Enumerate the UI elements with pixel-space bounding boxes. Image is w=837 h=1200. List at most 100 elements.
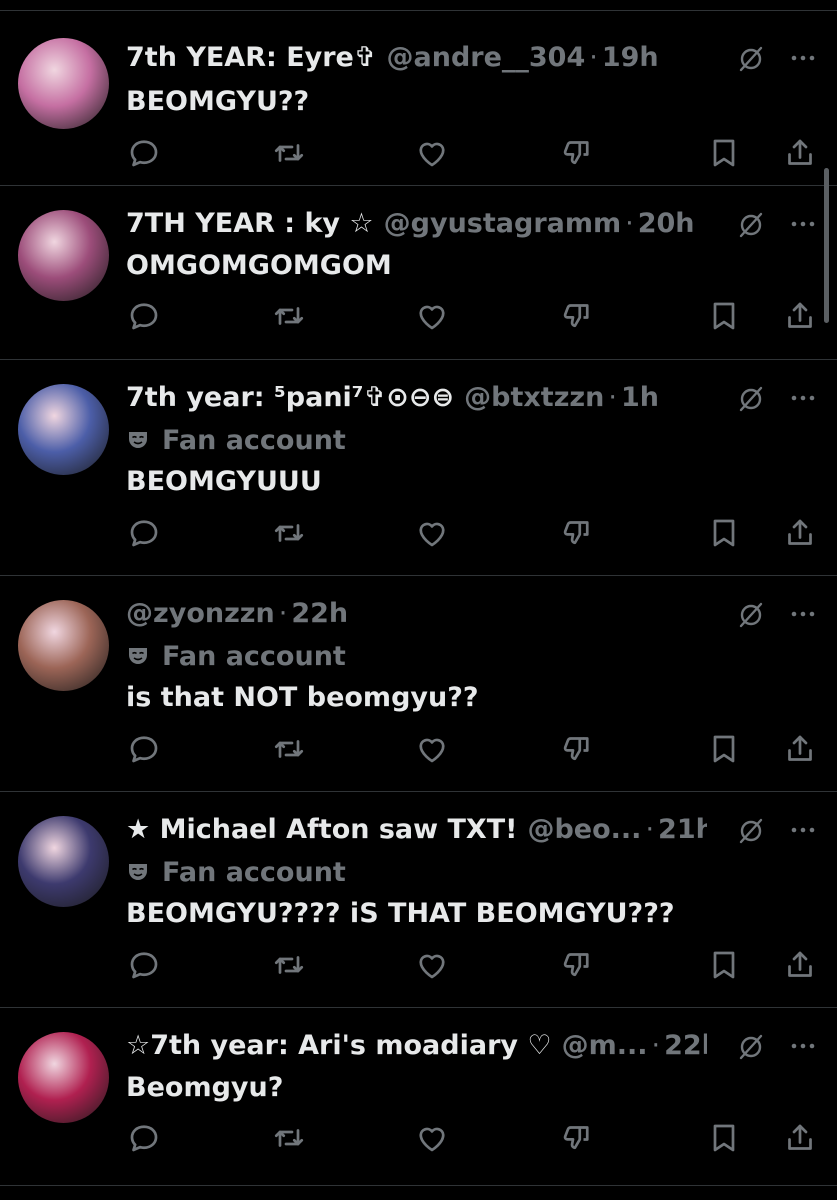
separator-dot: · xyxy=(625,208,634,239)
bookmark-icon[interactable] xyxy=(706,947,742,983)
reply-icon[interactable] xyxy=(126,1120,162,1156)
repost-icon[interactable] xyxy=(271,298,307,334)
fan-account-label: Fan account xyxy=(126,636,346,676)
more-icon[interactable] xyxy=(787,604,819,624)
grok-icon[interactable] xyxy=(735,599,767,631)
like-icon[interactable] xyxy=(414,731,450,767)
action-bar xyxy=(0,947,837,987)
bookmark-icon[interactable] xyxy=(706,298,742,334)
dislike-icon[interactable] xyxy=(558,135,594,171)
tweet[interactable]: 7th YEAR: Eyre✞ @andre__304 · 19h BEOMGYU?? xyxy=(0,10,837,186)
display-name[interactable]: ★ Michael Afton saw TXT! xyxy=(126,810,517,850)
timestamp[interactable]: 19h xyxy=(602,38,659,78)
tweet[interactable]: ★ Michael Afton saw TXT! @beo... · 21h Fan a… xyxy=(0,792,837,1008)
more-icon[interactable] xyxy=(787,214,819,234)
avatar[interactable] xyxy=(18,816,109,907)
more-icon[interactable] xyxy=(787,1036,819,1056)
display-name[interactable]: 7th year: ⁵pani⁷✞⊙⊖⊜ xyxy=(126,378,454,418)
dislike-icon[interactable] xyxy=(558,1120,594,1156)
dislike-icon[interactable] xyxy=(558,515,594,551)
reply-icon[interactable] xyxy=(126,298,162,334)
reply-icon[interactable] xyxy=(126,947,162,983)
repost-icon[interactable] xyxy=(271,515,307,551)
dislike-icon[interactable] xyxy=(558,731,594,767)
grok-icon[interactable] xyxy=(735,1031,767,1063)
fan-account-text: Fan account xyxy=(162,856,346,888)
reply-icon[interactable] xyxy=(126,515,162,551)
avatar[interactable] xyxy=(18,210,109,301)
avatar[interactable] xyxy=(18,384,109,475)
user-handle[interactable]: @zyonzzn xyxy=(126,594,275,634)
bookmark-icon[interactable] xyxy=(706,731,742,767)
action-bar xyxy=(0,731,837,771)
tweet[interactable]: 7th year: ⁵pani⁷✞⊙⊖⊜ @btxtzzn · 1h Fan accou… xyxy=(0,360,837,576)
fan-account-icon xyxy=(129,864,147,880)
repost-icon[interactable] xyxy=(271,1120,307,1156)
more-icon[interactable] xyxy=(787,388,819,408)
display-name[interactable]: 7TH YEAR : ky ☆ xyxy=(126,204,374,244)
reply-icon[interactable] xyxy=(126,135,162,171)
timestamp[interactable]: 22h xyxy=(664,1026,707,1066)
share-icon[interactable] xyxy=(782,1120,818,1156)
display-name[interactable]: ☆7th year: Ari's moadiary ♡ xyxy=(126,1026,552,1066)
grok-icon[interactable] xyxy=(735,815,767,847)
tweet-text: Beomgyu? xyxy=(126,1072,284,1103)
share-icon[interactable] xyxy=(782,731,818,767)
user-handle[interactable]: @btxtzzn xyxy=(464,378,604,418)
tweet-header: @zyonzzn · 22h xyxy=(126,594,707,634)
scrollbar[interactable] xyxy=(824,168,829,323)
grok-icon[interactable] xyxy=(735,43,767,75)
grok-icon[interactable] xyxy=(735,383,767,415)
user-handle[interactable]: @gyustagramm xyxy=(384,204,621,244)
avatar[interactable] xyxy=(18,1032,109,1123)
repost-icon[interactable] xyxy=(271,731,307,767)
like-icon[interactable] xyxy=(414,515,450,551)
like-icon[interactable] xyxy=(414,298,450,334)
more-icon[interactable] xyxy=(787,820,819,840)
like-icon[interactable] xyxy=(414,135,450,171)
bookmark-icon[interactable] xyxy=(706,135,742,171)
share-icon[interactable] xyxy=(782,947,818,983)
user-handle[interactable]: @m... xyxy=(562,1026,648,1066)
timestamp[interactable]: 21h xyxy=(658,810,707,850)
share-icon[interactable] xyxy=(782,135,818,171)
display-name[interactable]: 7th YEAR: Eyre✞ xyxy=(126,38,377,78)
separator-dot: · xyxy=(608,382,617,413)
grok-icon[interactable] xyxy=(735,209,767,241)
reply-icon[interactable] xyxy=(126,731,162,767)
separator-dot: · xyxy=(278,598,288,629)
tweet[interactable]: ☆7th year: Ari's moadiary ♡@m...·22h Beom… xyxy=(0,1008,837,1186)
repost-icon[interactable] xyxy=(271,947,307,983)
fan-account-label: Fan account xyxy=(126,420,346,460)
user-handle[interactable]: @andre__304 xyxy=(387,38,586,78)
timestamp[interactable]: 20h xyxy=(638,204,695,244)
tweet-header: 7TH YEAR : ky ☆ @gyustagramm · 20h xyxy=(126,204,707,244)
timestamp[interactable]: 22h xyxy=(291,594,348,634)
dislike-icon[interactable] xyxy=(558,298,594,334)
bookmark-icon[interactable] xyxy=(706,1120,742,1156)
share-icon[interactable] xyxy=(782,298,818,334)
repost-icon[interactable] xyxy=(271,135,307,171)
tweet-text: BEOMGYUUU xyxy=(126,466,322,497)
tweet-header: 7th year: ⁵pani⁷✞⊙⊖⊜ @btxtzzn · 1h xyxy=(126,378,707,418)
user-handle[interactable]: @beo... xyxy=(527,810,641,850)
action-bar xyxy=(0,515,837,555)
timestamp[interactable]: 1h xyxy=(621,378,659,418)
bookmark-icon[interactable] xyxy=(706,515,742,551)
fan-account-text: Fan account xyxy=(162,424,346,456)
tweet-header: ★ Michael Afton saw TXT! @beo... · 21h xyxy=(126,810,707,850)
fan-account-icon xyxy=(129,648,147,664)
separator-dot: · xyxy=(645,814,655,845)
share-icon[interactable] xyxy=(782,515,818,551)
like-icon[interactable] xyxy=(414,1120,450,1156)
tweet-header: 7th YEAR: Eyre✞ @andre__304 · 19h xyxy=(126,38,707,78)
action-bar xyxy=(0,298,837,338)
more-icon[interactable] xyxy=(787,48,819,68)
avatar[interactable] xyxy=(18,600,109,691)
fan-account-icon xyxy=(129,432,147,448)
avatar[interactable] xyxy=(18,38,109,129)
tweet[interactable]: @zyonzzn · 22h Fan account is that NOT beomg… xyxy=(0,576,837,792)
like-icon[interactable] xyxy=(414,947,450,983)
tweet[interactable]: 7TH YEAR : ky ☆ @gyustagramm · 20h OMGOMGOMG… xyxy=(0,186,837,360)
dislike-icon[interactable] xyxy=(558,947,594,983)
